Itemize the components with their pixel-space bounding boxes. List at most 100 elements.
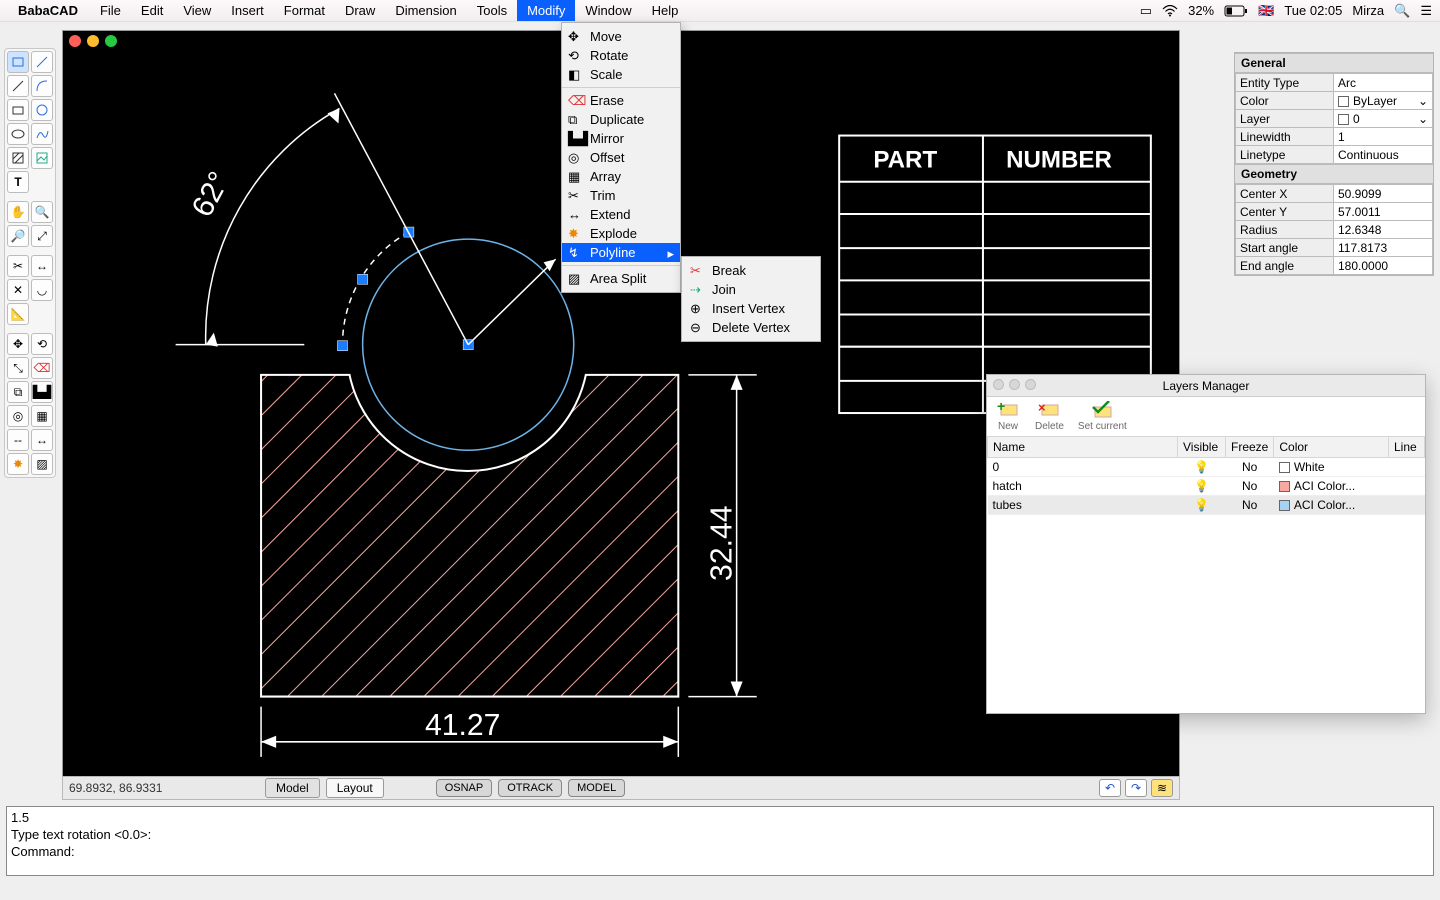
tool-copy[interactable]: ⧉ [7,381,29,403]
tool-area[interactable]: ▨ [31,453,53,475]
tool-zoom-window[interactable]: 🔍 [31,201,53,223]
tool-fillet[interactable]: ◡ [31,279,53,301]
tool-explode[interactable]: ✸ [7,453,29,475]
tool-extend[interactable]: ↔ [31,255,53,277]
toggle-otrack[interactable]: OTRACK [498,779,562,797]
col-color[interactable]: Color [1274,437,1389,458]
tool-measure[interactable]: 📐 [7,303,29,325]
prop-val-layer[interactable]: 0 ⌄ [1334,110,1433,128]
menu-rotate[interactable]: ⟲Rotate [562,46,680,65]
submenu-insert-vertex[interactable]: ⊕Insert Vertex [682,299,820,318]
menu-format[interactable]: Format [274,0,335,21]
menu-area-split[interactable]: ▨Area Split [562,269,680,288]
tool-zoom[interactable]: 🔎 [7,225,29,247]
prop-val-ea[interactable]: 180.0000 [1334,257,1433,275]
menu-polyline[interactable]: ↯Polyline▸ [562,243,680,262]
prop-val-radius[interactable]: 12.6348 [1334,221,1433,239]
tool-trim[interactable]: ✂ [7,255,29,277]
menu-tools[interactable]: Tools [467,0,517,21]
layers-button[interactable]: ≋ [1151,779,1173,797]
tool-zoom-extents[interactable]: ⤢ [31,225,53,247]
tool-erase[interactable]: ⌫ [31,357,53,379]
tool-offset[interactable]: ◎ [7,405,29,427]
menu-help[interactable]: Help [642,0,689,21]
tool-rect-select[interactable] [7,51,29,73]
menu-scale[interactable]: ◧Scale [562,65,680,84]
list-icon[interactable]: ☰ [1420,3,1432,19]
tool-ellipse[interactable] [7,123,29,145]
layers-new-button[interactable]: +New [995,401,1021,432]
menu-move[interactable]: ✥Move [562,27,680,46]
tool-move[interactable]: ✥ [7,333,29,355]
spotlight-icon[interactable]: 🔍 [1394,3,1410,19]
menu-view[interactable]: View [173,0,221,21]
menu-extend[interactable]: ↔Extend [562,205,680,224]
menu-erase[interactable]: ⌫Erase [562,91,680,110]
layers-set-current-button[interactable]: Set current [1078,401,1127,432]
tool-arc[interactable] [31,75,53,97]
tab-model[interactable]: Model [265,778,320,798]
layers-delete-button[interactable]: ×Delete [1035,401,1064,432]
menu-mirror[interactable]: ▙▟Mirror [562,129,680,148]
tool-mirror[interactable]: ▙▟ [31,381,53,403]
battery-icon[interactable] [1224,5,1248,17]
tool-circle[interactable] [31,99,53,121]
app-title[interactable]: BabaCAD [18,3,78,18]
menu-array[interactable]: ▦Array [562,167,680,186]
tool-break[interactable]: ✕ [7,279,29,301]
menu-offset[interactable]: ◎Offset [562,148,680,167]
col-freeze[interactable]: Freeze [1226,437,1274,458]
menu-edit[interactable]: Edit [131,0,173,21]
redo-button[interactable]: ↷ [1125,779,1147,797]
prop-val-sa[interactable]: 117.8173 [1334,239,1433,257]
menu-draw[interactable]: Draw [335,0,385,21]
airplay-icon[interactable]: ▭ [1140,3,1152,19]
tool-rect[interactable] [7,99,29,121]
clock[interactable]: Tue 02:05 [1284,3,1342,18]
tool-rotate[interactable]: ⟲ [31,333,53,355]
input-flag[interactable]: 🇬🇧 [1258,3,1274,19]
tool-spline[interactable] [31,123,53,145]
toggle-osnap[interactable]: OSNAP [436,779,493,797]
zoom-icon[interactable] [105,35,117,47]
tool-array[interactable]: ▦ [31,405,53,427]
layer-row[interactable]: 0💡NoWhite [988,458,1425,477]
menu-explode[interactable]: ✸Explode [562,224,680,243]
menu-window[interactable]: Window [575,0,641,21]
prop-val-linetype[interactable]: Continuous [1334,146,1433,164]
close-icon[interactable] [69,35,81,47]
battery-percent[interactable]: 32% [1188,3,1214,18]
lm-min-icon[interactable] [1009,379,1020,390]
menu-insert[interactable]: Insert [221,0,274,21]
submenu-delete-vertex[interactable]: ⊖Delete Vertex [682,318,820,337]
col-line[interactable]: Line [1389,437,1425,458]
prop-val-cy[interactable]: 57.0011 [1334,203,1433,221]
tool-line[interactable] [31,51,53,73]
undo-button[interactable]: ↶ [1099,779,1121,797]
tool-pan[interactable]: ✋ [7,201,29,223]
layers-manager-window[interactable]: Layers Manager +New ×Delete Set current … [986,374,1426,714]
tab-layout[interactable]: Layout [326,778,384,798]
col-name[interactable]: Name [988,437,1178,458]
toggle-model[interactable]: MODEL [568,779,625,797]
prop-val-color[interactable]: ByLayer ⌄ [1334,92,1433,110]
prop-val-cx[interactable]: 50.9099 [1334,185,1433,203]
layer-row[interactable]: hatch💡NoACI Color... [988,477,1425,496]
layer-row[interactable]: tubes💡NoACI Color... [988,496,1425,515]
tool-dash[interactable]: -- [7,429,29,451]
tool-dim[interactable]: ↔ [31,429,53,451]
col-visible[interactable]: Visible [1178,437,1226,458]
command-line[interactable]: 1.5 Type text rotation <0.0>: Command: [6,806,1434,876]
tool-image[interactable] [31,147,53,169]
lm-close-icon[interactable] [993,379,1004,390]
tool-scale[interactable]: ⤡ [7,357,29,379]
wifi-icon[interactable] [1162,5,1178,17]
prop-val-entity[interactable]: Arc [1334,74,1433,92]
menu-file[interactable]: File [90,0,131,21]
minimize-icon[interactable] [87,35,99,47]
prop-val-linewidth[interactable]: 1 [1334,128,1433,146]
lm-zoom-icon[interactable] [1025,379,1036,390]
tool-text[interactable]: T [7,171,29,193]
tool-hatch[interactable] [7,147,29,169]
tool-line2[interactable] [7,75,29,97]
